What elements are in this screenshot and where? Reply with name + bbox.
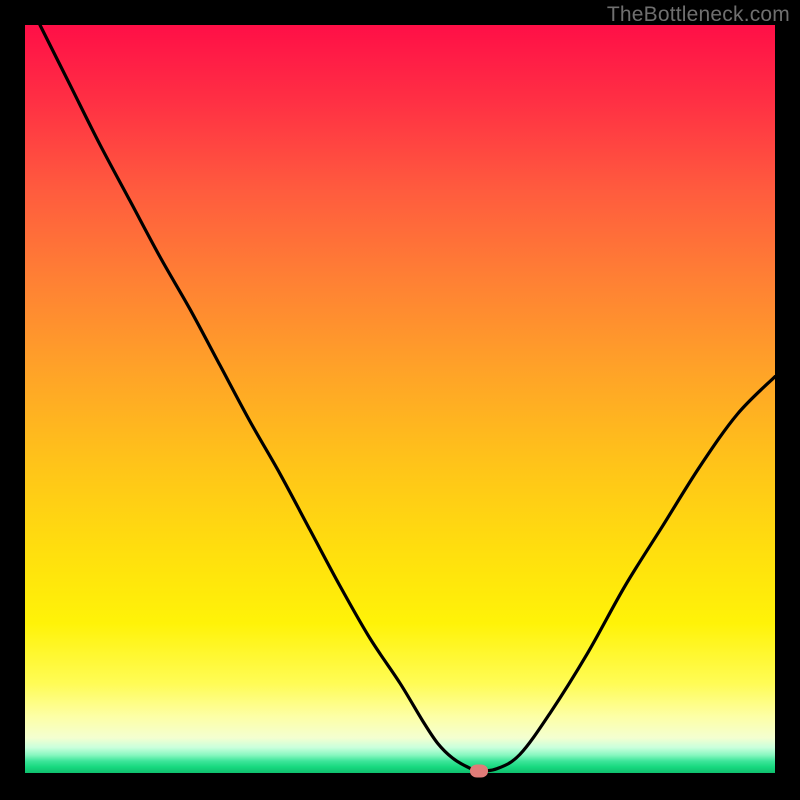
plot-area [25, 25, 775, 773]
optimal-point-marker [470, 764, 488, 777]
bottleneck-curve [25, 25, 775, 773]
watermark-text: TheBottleneck.com [607, 3, 790, 27]
chart-frame: TheBottleneck.com [0, 0, 800, 800]
